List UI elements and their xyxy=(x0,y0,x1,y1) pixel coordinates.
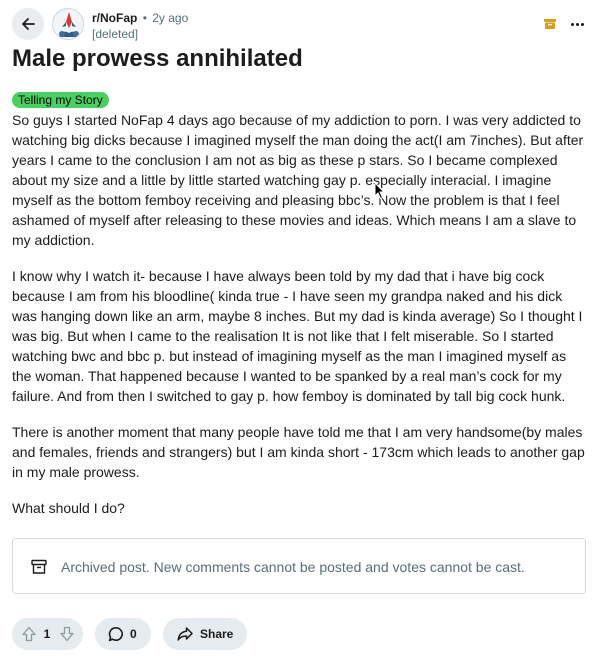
more-icon-dot xyxy=(575,22,579,26)
archived-message: Archived post. New comments cannot be po… xyxy=(61,559,525,575)
post-paragraph: I know why I watch it- because I have al… xyxy=(12,268,583,404)
archive-icon xyxy=(31,559,47,574)
comment-icon xyxy=(108,627,123,642)
back-button[interactable] xyxy=(12,8,44,40)
post-header: r/NoFap • 2y ago [deleted] xyxy=(12,8,586,44)
more-icon xyxy=(570,22,574,26)
share-icon xyxy=(177,627,193,641)
back-arrow-icon xyxy=(22,18,35,30)
mouse-cursor xyxy=(374,182,386,200)
archived-notice: Archived post. New comments cannot be po… xyxy=(12,538,586,594)
post-paragraph: What should I do? xyxy=(12,500,125,516)
post-title: Male prowess annihilated xyxy=(12,45,303,72)
share-button[interactable]: Share xyxy=(163,618,247,650)
share-label: Share xyxy=(200,627,234,641)
post-author: [deleted] xyxy=(92,27,139,41)
more-options-button[interactable] xyxy=(568,18,586,30)
comments-button[interactable]: 0 xyxy=(95,618,151,650)
post-flair[interactable]: Telling my Story xyxy=(12,92,109,108)
comment-count: 0 xyxy=(130,627,137,641)
post-body: So guys I started NoFap 4 days ago becau… xyxy=(12,110,588,534)
upvote-icon[interactable] xyxy=(21,626,37,642)
more-icon-dot xyxy=(580,22,584,26)
subreddit-name[interactable]: r/NoFap xyxy=(92,11,137,25)
meta-separator: • xyxy=(142,11,147,25)
rocket-logo-icon xyxy=(53,9,83,39)
archive-badge-icon xyxy=(544,19,556,29)
post-paragraph: So guys I started NoFap 4 days ago becau… xyxy=(12,112,584,248)
post-meta: r/NoFap • 2y ago [deleted] xyxy=(92,10,188,42)
vote-pill: 1 xyxy=(12,618,83,650)
post-age: 2y ago xyxy=(152,11,189,25)
vote-count: 1 xyxy=(43,627,51,641)
subreddit-avatar[interactable] xyxy=(52,8,84,40)
post-paragraph: There is another moment that many people… xyxy=(12,424,585,480)
downvote-icon[interactable] xyxy=(59,626,75,642)
